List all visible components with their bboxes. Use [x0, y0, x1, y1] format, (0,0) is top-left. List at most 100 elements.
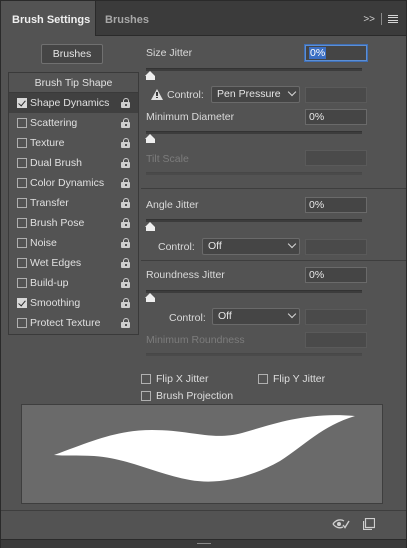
tilt-scale-slider [146, 172, 362, 175]
lock-icon[interactable] [121, 218, 130, 228]
angle-control-amount-field [305, 239, 367, 255]
roundness-jitter-slider[interactable] [146, 290, 362, 293]
section-divider [141, 260, 406, 261]
minimum-diameter-slider[interactable] [146, 131, 362, 134]
angle-jitter-label: Angle Jitter [146, 199, 199, 211]
list-item[interactable]: Smoothing [9, 293, 138, 313]
roundness-jitter-input[interactable]: 0% [305, 267, 367, 283]
tab-brushes[interactable]: Brushes [105, 1, 149, 36]
list-item-checkbox[interactable] [17, 278, 27, 288]
flip-y-jitter-label: Flip Y Jitter [273, 373, 326, 385]
list-item[interactable]: Scattering [9, 113, 138, 133]
angle-jitter-slider[interactable] [146, 219, 362, 222]
size-jitter-slider-thumb[interactable] [145, 71, 156, 80]
angle-control-value: Off [208, 240, 222, 252]
list-item-label: Wet Edges [30, 257, 82, 269]
section-divider [141, 188, 406, 189]
list-item[interactable]: Noise [9, 233, 138, 253]
list-item-checkbox[interactable] [17, 178, 27, 188]
list-item-label: Build-up [30, 277, 69, 289]
new-preset-icon[interactable] [363, 518, 375, 530]
angle-jitter-input[interactable]: 0% [305, 197, 367, 213]
hamburger-menu-icon[interactable] [388, 14, 398, 24]
list-item-label: Transfer [30, 197, 69, 209]
minimum-roundness-label: Minimum Roundness [146, 334, 245, 346]
lock-icon[interactable] [121, 298, 130, 308]
lock-icon[interactable] [121, 198, 130, 208]
brush-projection-option[interactable]: Brush Projection [141, 389, 233, 403]
tab-brush-settings[interactable]: Brush Settings [1, 1, 96, 36]
brush-projection-checkbox[interactable] [141, 391, 151, 401]
minimum-diameter-input[interactable]: 0% [305, 109, 367, 125]
roundness-control-select[interactable]: Off [212, 308, 300, 325]
brushes-button[interactable]: Brushes [41, 44, 103, 64]
list-item-label: Color Dynamics [30, 177, 105, 189]
lock-icon[interactable] [121, 98, 130, 108]
list-item-label: Shape Dynamics [30, 97, 110, 109]
angle-control-select[interactable]: Off [202, 238, 300, 255]
minimum-diameter-slider-thumb[interactable] [145, 134, 156, 143]
list-item-checkbox[interactable] [17, 318, 27, 328]
list-item-label: Dual Brush [30, 157, 82, 169]
lock-icon[interactable] [121, 238, 130, 248]
list-item-label: Noise [30, 237, 57, 249]
size-jitter-value: 0% [309, 47, 327, 59]
flip-x-jitter-label: Flip X Jitter [156, 373, 209, 385]
list-item-checkbox[interactable] [17, 138, 27, 148]
size-jitter-label: Size Jitter [146, 47, 193, 59]
size-jitter-input[interactable]: 0% [305, 45, 367, 61]
size-jitter-slider[interactable] [146, 68, 362, 71]
eye-toggle-icon[interactable] [332, 518, 350, 530]
list-item-checkbox[interactable] [17, 98, 27, 108]
list-item[interactable]: Color Dynamics [9, 173, 138, 193]
size-control-value: Pen Pressure [217, 88, 281, 100]
lock-icon[interactable] [121, 318, 130, 328]
list-item-checkbox[interactable] [17, 158, 27, 168]
panel-footer [1, 510, 406, 538]
list-item-checkbox[interactable] [17, 298, 27, 308]
roundness-jitter-slider-thumb[interactable] [145, 293, 156, 302]
flip-y-jitter-checkbox[interactable] [258, 374, 268, 384]
size-control-label: Control: [167, 89, 204, 101]
size-control-select[interactable]: Pen Pressure [211, 86, 300, 103]
flip-x-jitter-option[interactable]: Flip X Jitter [141, 372, 209, 386]
list-item[interactable]: Texture [9, 133, 138, 153]
list-item[interactable]: Build-up [9, 273, 138, 293]
roundness-control-amount-field [305, 309, 367, 325]
list-item-label: Smoothing [30, 297, 81, 309]
lock-icon[interactable] [121, 258, 130, 268]
tilt-scale-input [305, 150, 367, 166]
tilt-scale-label: Tilt Scale [146, 153, 189, 165]
collapse-icon[interactable]: >> [363, 14, 375, 25]
angle-jitter-slider-thumb[interactable] [145, 222, 156, 231]
flip-y-jitter-option[interactable]: Flip Y Jitter [258, 372, 325, 386]
list-item[interactable]: Transfer [9, 193, 138, 213]
lock-icon[interactable] [121, 118, 130, 128]
flip-x-jitter-checkbox[interactable] [141, 374, 151, 384]
brush-settings-panel: Brush Settings Brushes >> Brushes Brush … [0, 0, 407, 548]
brush-settings-list: Brush Tip Shape Shape Dynamics Scattering… [8, 72, 139, 335]
lock-icon[interactable] [121, 178, 130, 188]
list-item[interactable]: Wet Edges [9, 253, 138, 273]
list-item-checkbox[interactable] [17, 258, 27, 268]
lock-icon[interactable] [121, 278, 130, 288]
brush-stroke-shape [54, 415, 355, 482]
lock-icon[interactable] [121, 138, 130, 148]
angle-control-label: Control: [158, 241, 195, 253]
minimum-roundness-slider [146, 353, 362, 356]
list-item-checkbox[interactable] [17, 238, 27, 248]
list-item[interactable]: Protect Texture [9, 313, 138, 333]
lock-icon[interactable] [121, 158, 130, 168]
minimum-diameter-label: Minimum Diameter [146, 111, 235, 123]
list-item-checkbox[interactable] [17, 118, 27, 128]
list-item-checkbox[interactable] [17, 218, 27, 228]
brush-tip-shape-item[interactable]: Brush Tip Shape [9, 73, 138, 93]
list-item[interactable]: Brush Pose [9, 213, 138, 233]
divider [381, 13, 382, 25]
list-item[interactable]: Dual Brush [9, 153, 138, 173]
list-item[interactable]: Shape Dynamics [9, 93, 138, 113]
warning-icon [151, 89, 163, 100]
resize-grip[interactable] [197, 543, 211, 544]
panel-tools: >> [363, 13, 398, 25]
list-item-checkbox[interactable] [17, 198, 27, 208]
